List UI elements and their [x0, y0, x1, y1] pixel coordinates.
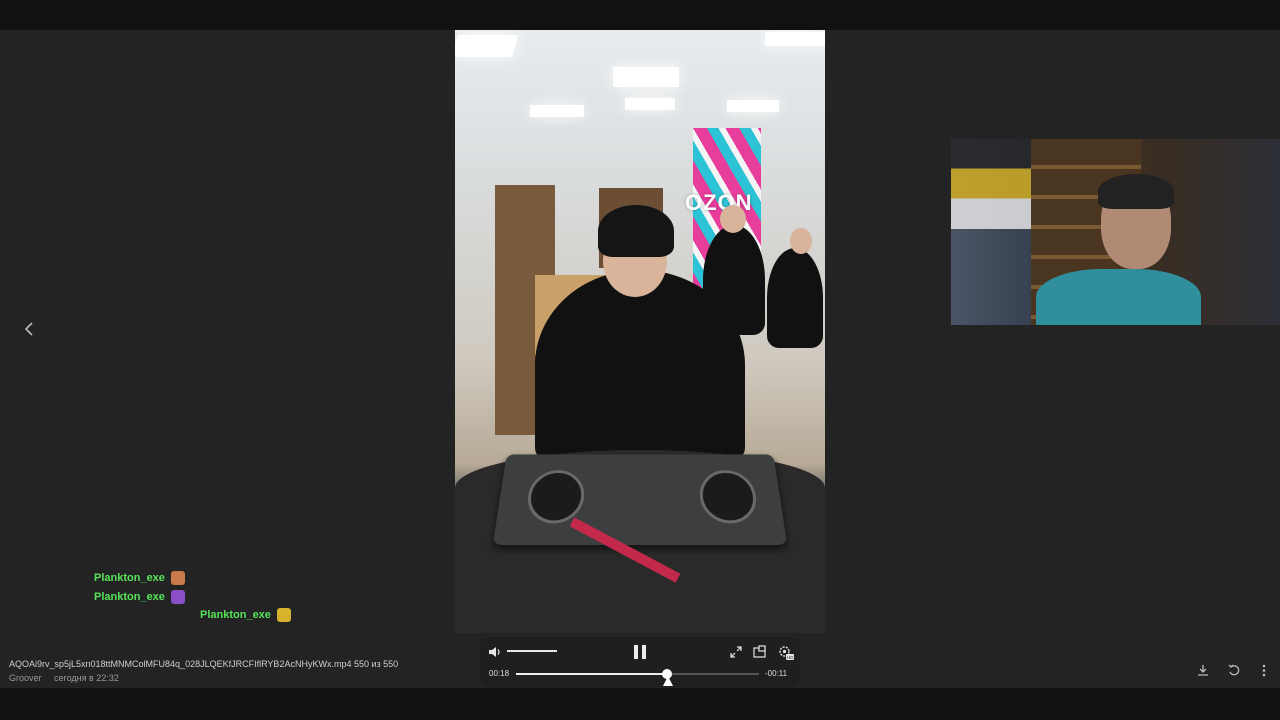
- ceiling-light: [765, 32, 825, 46]
- volume-slider[interactable]: [507, 650, 557, 652]
- previous-chevron-left-icon[interactable]: [18, 318, 40, 340]
- video-frame[interactable]: OZON: [455, 30, 825, 633]
- remaining-time: -00:11: [765, 669, 788, 678]
- right-jog-wheel: [698, 470, 760, 524]
- ceiling-light: [625, 98, 675, 110]
- download-icon[interactable]: [1195, 664, 1211, 680]
- ceiling-light: [613, 67, 679, 87]
- rotate-icon[interactable]: [1226, 664, 1242, 680]
- seek-bar[interactable]: [516, 669, 759, 679]
- more-vertical-icon[interactable]: [1256, 664, 1272, 680]
- upload-time: сегодня в 22:32: [54, 673, 119, 683]
- chat-username: Plankton_exe: [94, 591, 165, 603]
- wall-flag: [951, 139, 1036, 229]
- background-person-head: [720, 205, 746, 233]
- svg-text:HD: HD: [787, 655, 794, 660]
- pause-button[interactable]: [633, 645, 647, 659]
- mouse-cursor-icon: [663, 676, 673, 686]
- streamer: [1036, 169, 1201, 325]
- ceiling-light: [727, 100, 779, 112]
- ceiling-light: [455, 35, 518, 57]
- chat-message: Plankton_exe: [94, 590, 185, 604]
- pause-bar: [642, 645, 646, 659]
- streamer-body: [1036, 269, 1201, 325]
- file-name: AQOAi9rv_sp5jL5xn018ttMNMColMFU84q_028JL…: [9, 659, 352, 669]
- file-info: AQOAi9rv_sp5jL5xn018ttMNMColMFU84q_028JL…: [9, 659, 398, 669]
- background-person-head: [790, 228, 812, 254]
- elapsed-time: 00:18: [489, 669, 510, 678]
- file-meta: Groover сегодня в 22:32: [9, 673, 129, 683]
- chat-username: Plankton_exe: [94, 572, 165, 584]
- left-jog-wheel: [524, 470, 586, 524]
- chat-message: Plankton_exe: [94, 571, 185, 585]
- chat-emote-icon: [276, 608, 291, 622]
- chat-emote-icon: [170, 590, 185, 604]
- ceiling-light: [530, 105, 584, 117]
- settings-gear-icon[interactable]: HD: [778, 645, 794, 664]
- pause-bar: [634, 645, 638, 659]
- dj-beanie: [598, 205, 674, 257]
- chat-message: Plankton_exe: [200, 608, 291, 622]
- chat-username: Plankton_exe: [200, 609, 271, 621]
- position-label: 550 из 550: [353, 659, 399, 669]
- dj-controller: [492, 454, 788, 545]
- fullscreen-expand-icon[interactable]: [730, 646, 742, 661]
- volume-icon[interactable]: [488, 646, 501, 661]
- streamer-hair: [1098, 174, 1174, 209]
- webcam-overlay: [951, 139, 1280, 325]
- dj-body: [535, 270, 745, 460]
- seek-progress: [516, 673, 667, 675]
- top-bar: [0, 0, 1280, 30]
- chat-emote-icon: [170, 571, 185, 585]
- picture-in-picture-icon[interactable]: [753, 645, 766, 661]
- author-name[interactable]: Groover: [9, 673, 42, 683]
- bottom-bar: [0, 688, 1280, 720]
- background-person: [767, 248, 823, 348]
